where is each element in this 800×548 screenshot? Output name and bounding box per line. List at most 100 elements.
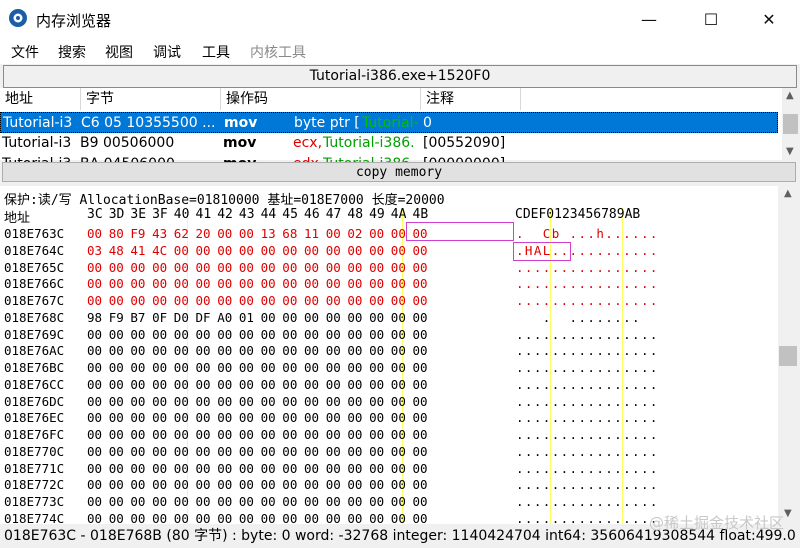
hex-byte[interactable]: 00 bbox=[261, 342, 276, 359]
hex-byte[interactable]: 00 bbox=[196, 443, 211, 460]
address-field[interactable]: Tutorial-i386.exe+1520F0 bbox=[3, 65, 797, 88]
hex-row-ascii[interactable]: . Cb ...h...... bbox=[516, 225, 659, 242]
hex-byte[interactable]: 00 bbox=[326, 242, 341, 259]
hex-byte[interactable]: 00 bbox=[196, 242, 211, 259]
col-header-bytes[interactable]: 字节 bbox=[81, 88, 221, 110]
hex-byte[interactable]: 00 bbox=[217, 275, 232, 292]
hex-byte[interactable]: 00 bbox=[261, 275, 276, 292]
hex-byte[interactable]: 00 bbox=[347, 309, 362, 326]
hex-byte[interactable]: 00 bbox=[347, 326, 362, 343]
scroll-down-icon[interactable]: ▼ bbox=[786, 146, 794, 157]
hex-byte[interactable]: 00 bbox=[174, 426, 189, 443]
hex-byte[interactable]: 00 bbox=[130, 443, 145, 460]
hex-byte[interactable]: 00 bbox=[196, 292, 211, 309]
hex-byte[interactable]: 00 bbox=[217, 426, 232, 443]
hex-byte[interactable]: 00 bbox=[391, 476, 406, 493]
hex-byte[interactable]: 00 bbox=[239, 476, 254, 493]
hex-byte[interactable]: 00 bbox=[87, 443, 102, 460]
hex-byte[interactable]: 00 bbox=[326, 493, 341, 510]
hex-byte[interactable]: 00 bbox=[326, 460, 341, 477]
hex-byte[interactable]: 00 bbox=[347, 259, 362, 276]
hex-byte[interactable]: 00 bbox=[261, 443, 276, 460]
hex-byte[interactable]: 00 bbox=[152, 342, 167, 359]
hex-byte[interactable]: 00 bbox=[261, 259, 276, 276]
hex-byte[interactable]: 00 bbox=[239, 359, 254, 376]
hex-byte[interactable]: 00 bbox=[261, 493, 276, 510]
hex-row-ascii[interactable]: ................ bbox=[516, 259, 659, 276]
hex-byte[interactable]: 00 bbox=[282, 426, 297, 443]
hex-byte[interactable]: 00 bbox=[239, 342, 254, 359]
hex-byte[interactable]: 00 bbox=[282, 393, 297, 410]
hex-byte[interactable]: 00 bbox=[174, 393, 189, 410]
hex-byte[interactable]: 00 bbox=[130, 259, 145, 276]
menu-file[interactable]: 文件 bbox=[11, 42, 39, 62]
hex-byte[interactable]: 00 bbox=[217, 225, 232, 242]
hex-byte[interactable]: 00 bbox=[87, 376, 102, 393]
hex-row-ascii[interactable]: . ........ bbox=[516, 309, 641, 326]
copy-memory-button[interactable]: copy memory bbox=[2, 162, 796, 182]
hex-byte[interactable]: 00 bbox=[152, 275, 167, 292]
hex-byte[interactable]: 48 bbox=[109, 242, 124, 259]
hex-byte[interactable]: 00 bbox=[304, 359, 319, 376]
hex-byte[interactable]: 00 bbox=[217, 359, 232, 376]
hex-row[interactable]: 018E769C 00 00 00 00 00 00 00 00 00 00 00 00 00 00 00 00… bbox=[4, 326, 774, 343]
hex-byte[interactable]: 00 bbox=[391, 292, 406, 309]
hex-byte[interactable]: 00 bbox=[413, 409, 428, 426]
hex-byte[interactable]: 00 bbox=[217, 292, 232, 309]
hex-row-ascii[interactable]: ................ bbox=[516, 476, 659, 493]
hex-byte[interactable]: 00 bbox=[261, 292, 276, 309]
hex-byte[interactable]: 00 bbox=[304, 409, 319, 426]
hex-byte[interactable]: 00 bbox=[196, 493, 211, 510]
hex-byte[interactable]: 00 bbox=[261, 326, 276, 343]
hex-byte[interactable]: 00 bbox=[347, 376, 362, 393]
hex-byte[interactable]: 00 bbox=[282, 376, 297, 393]
close-button[interactable]: ✕ bbox=[746, 0, 792, 38]
hex-byte[interactable]: 00 bbox=[130, 326, 145, 343]
hex-byte[interactable]: 00 bbox=[391, 493, 406, 510]
hex-byte[interactable]: 00 bbox=[413, 476, 428, 493]
hex-byte[interactable]: 00 bbox=[326, 309, 341, 326]
col-header-comment[interactable]: 注释 bbox=[421, 88, 521, 110]
hex-byte[interactable]: 00 bbox=[326, 409, 341, 426]
hex-byte[interactable]: 00 bbox=[326, 443, 341, 460]
hex-byte[interactable]: 00 bbox=[326, 326, 341, 343]
hex-byte[interactable]: 00 bbox=[304, 393, 319, 410]
hex-byte[interactable]: 00 bbox=[304, 376, 319, 393]
hex-byte[interactable]: 00 bbox=[261, 409, 276, 426]
hex-byte[interactable]: 00 bbox=[239, 376, 254, 393]
hex-byte[interactable]: 00 bbox=[87, 426, 102, 443]
hex-byte[interactable]: 00 bbox=[130, 376, 145, 393]
hex-byte[interactable]: 00 bbox=[347, 460, 362, 477]
hex-byte[interactable]: 00 bbox=[391, 393, 406, 410]
hex-byte[interactable]: 00 bbox=[130, 393, 145, 410]
hex-byte[interactable]: 00 bbox=[347, 342, 362, 359]
hex-byte[interactable]: 00 bbox=[174, 443, 189, 460]
hex-byte[interactable]: 00 bbox=[282, 242, 297, 259]
hex-byte[interactable]: 00 bbox=[391, 326, 406, 343]
hex-byte[interactable]: 00 bbox=[152, 426, 167, 443]
hex-byte[interactable]: 00 bbox=[217, 493, 232, 510]
hex-byte[interactable]: 00 bbox=[239, 409, 254, 426]
hex-byte[interactable]: 00 bbox=[87, 292, 102, 309]
hex-byte[interactable]: 00 bbox=[239, 259, 254, 276]
hex-byte[interactable]: 00 bbox=[109, 292, 124, 309]
hex-byte[interactable]: 00 bbox=[347, 443, 362, 460]
hex-byte[interactable]: 41 bbox=[130, 242, 145, 259]
hex-byte[interactable]: 00 bbox=[174, 342, 189, 359]
hex-byte[interactable]: 00 bbox=[282, 342, 297, 359]
menu-debug[interactable]: 调试 bbox=[153, 42, 181, 62]
hex-byte[interactable]: 00 bbox=[282, 460, 297, 477]
hex-byte[interactable]: 00 bbox=[217, 443, 232, 460]
hex-byte[interactable]: 00 bbox=[391, 376, 406, 393]
scroll-down-icon[interactable]: ▼ bbox=[784, 508, 792, 519]
hex-byte[interactable]: 00 bbox=[152, 326, 167, 343]
hex-row[interactable]: 018E766C 00 00 00 00 00 00 00 00 00 00 00 00 00 00 00 00… bbox=[4, 275, 774, 292]
hex-byte[interactable]: 00 bbox=[130, 359, 145, 376]
hex-row[interactable]: 018E76DC 00 00 00 00 00 00 00 00 00 00 00 00 00 00 00 00… bbox=[4, 393, 774, 410]
hex-row-ascii[interactable]: ................ bbox=[516, 443, 659, 460]
hex-row-ascii[interactable]: ................ bbox=[516, 409, 659, 426]
col-header-address[interactable]: 地址 bbox=[0, 88, 81, 110]
hex-byte[interactable]: 00 bbox=[369, 359, 384, 376]
hex-byte[interactable]: 00 bbox=[174, 326, 189, 343]
hex-byte[interactable]: 00 bbox=[326, 292, 341, 309]
